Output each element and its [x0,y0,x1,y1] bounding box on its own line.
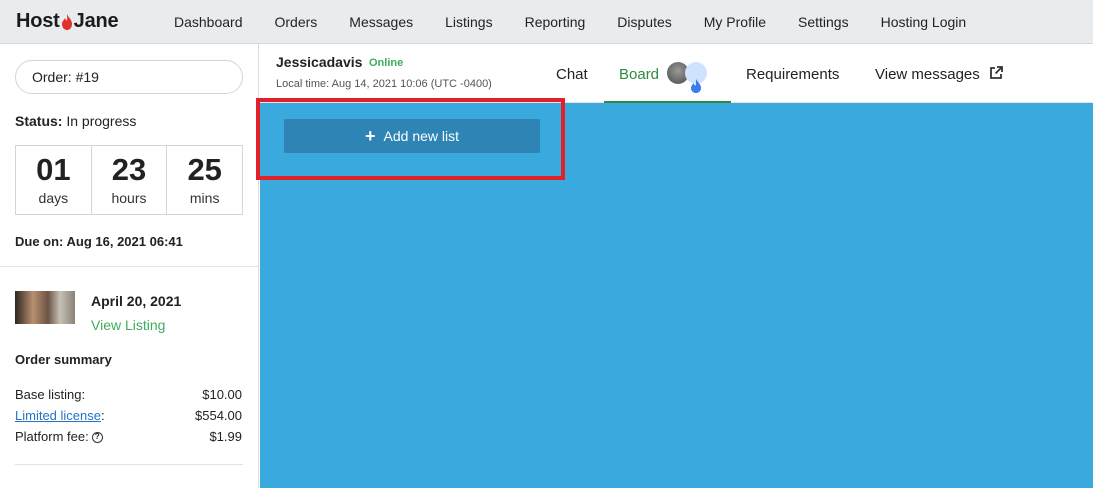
countdown-hours-value: 23 [111,152,147,187]
buyer-username[interactable]: Jessicadavis [276,54,362,70]
tab-board[interactable]: Board [604,44,731,103]
sidebar-divider [0,266,259,267]
logo-text-jane: Jane [73,10,119,32]
countdown-days: 01 days [16,146,92,214]
due-date: Due on: Aug 16, 2021 06:41 [15,234,183,249]
top-navbar: Host Jane Dashboard Orders Messages List… [0,0,1093,44]
nav-listings[interactable]: Listings [445,14,492,30]
listing-thumbnail[interactable] [15,291,75,324]
seller-avatar [685,62,708,94]
countdown-mins-unit: mins [189,190,220,206]
status-value: In progress [66,113,137,129]
order-summary-title: Order summary [15,352,112,367]
add-new-list-button[interactable]: + Add new list [284,119,540,153]
limited-license-link[interactable]: Limited license [15,408,101,423]
help-icon[interactable]: ? [91,432,103,444]
summary-value: $10.00 [202,387,242,402]
tab-requirements[interactable]: Requirements [746,44,839,103]
nav-hosting-login[interactable]: Hosting Login [881,14,967,30]
add-new-list-label: Add new list [383,128,459,144]
nav-reporting[interactable]: Reporting [525,14,586,30]
status-label: Status: [15,113,63,129]
nav-messages[interactable]: Messages [349,14,413,30]
tab-view-messages[interactable]: View messages [875,44,1004,103]
sidebar-divider [15,464,243,465]
flame-icon [61,13,72,30]
online-status-badge: Online [369,57,404,69]
summary-label-colon: : [101,408,105,423]
order-header: Jessicadavis Online Local time: Aug 14, … [260,44,1093,103]
summary-row-platform-fee: Platform fee:? $1.99 [15,429,242,444]
summary-label: Platform fee: [15,429,89,444]
summary-row-base: Base listing: $10.00 [15,387,242,402]
tab-chat[interactable]: Chat [556,44,588,103]
tab-board-label: Board [619,66,660,83]
nav-my-profile[interactable]: My Profile [704,14,766,30]
summary-value: $554.00 [195,408,242,423]
local-time: Local time: Aug 14, 2021 10:06 (UTC -040… [276,78,492,90]
listing-date: April 20, 2021 [91,293,182,309]
tab-requirements-label: Requirements [746,66,840,83]
countdown-hours: 23 hours [92,146,168,214]
summary-label-wrap: Platform fee:? [15,429,103,444]
external-link-icon [990,66,1003,79]
hostjane-logo[interactable]: Host Jane [16,10,119,33]
tab-view-messages-label: View messages [875,66,980,83]
flame-icon [691,79,702,94]
view-listing-link[interactable]: View Listing [91,317,165,333]
countdown-timer: 01 days 23 hours 25 mins [15,145,243,215]
board-canvas [260,103,1093,488]
summary-label-wrap: Limited license: [15,408,105,423]
summary-label: Base listing: [15,387,86,402]
plus-icon: + [365,125,376,146]
summary-value: $1.99 [209,429,242,444]
nav-disputes[interactable]: Disputes [617,14,671,30]
order-sidebar: Order: #19 Status: In progress 01 days 2… [0,44,259,488]
order-number-pill: Order: #19 [15,60,243,94]
order-status: Status: In progress [15,113,136,129]
tab-chat-label: Chat [556,66,588,83]
countdown-days-unit: days [38,190,69,206]
countdown-mins-value: 25 [187,152,222,187]
countdown-hours-unit: hours [111,190,147,206]
summary-row-license: Limited license: $554.00 [15,408,242,423]
logo-text-host: Host [16,10,60,32]
nav-dashboard[interactable]: Dashboard [174,14,243,30]
countdown-days-value: 01 [36,152,71,187]
main-nav: Dashboard Orders Messages Listings Repor… [174,0,998,44]
nav-orders[interactable]: Orders [275,14,318,30]
nav-settings[interactable]: Settings [798,14,849,30]
countdown-mins: 25 mins [167,146,242,214]
